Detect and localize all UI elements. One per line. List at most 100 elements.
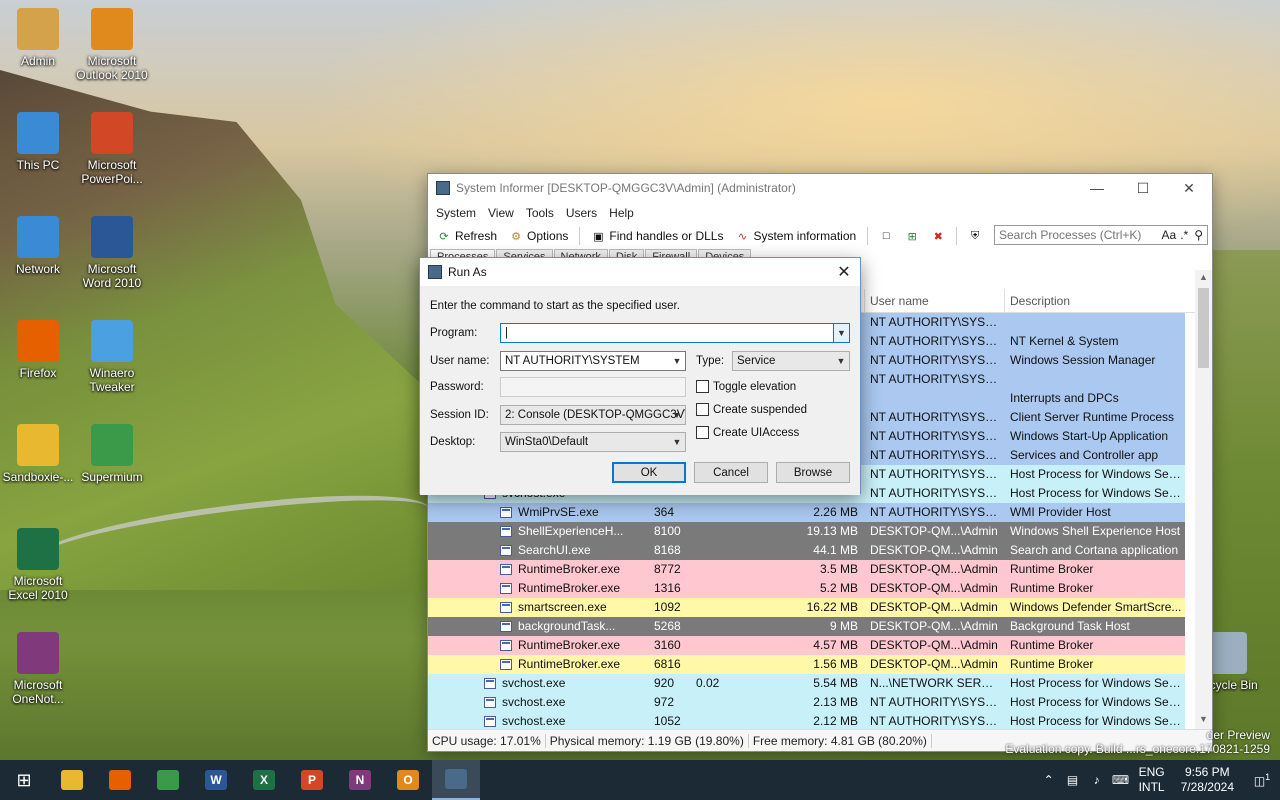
desktop-icon[interactable]: Microsoft OneNot... (0, 632, 76, 706)
desktop-icon[interactable]: Supermium (74, 424, 150, 484)
close-button[interactable]: ✕ (1166, 174, 1212, 202)
process-row[interactable]: RuntimeBroker.exe 1316 5.2 MB DESKTOP-QM...… (428, 579, 1185, 598)
desktop-icon[interactable]: Winaero Tweaker (74, 320, 150, 394)
chevron-up-icon[interactable]: ⌃ (1037, 773, 1061, 787)
checkbox-box[interactable] (696, 403, 709, 416)
column-user-name[interactable]: User name (870, 294, 929, 308)
notifications-icon[interactable]: ◫1 (1244, 772, 1280, 788)
process-pid: 3160 (654, 638, 681, 652)
refresh-button[interactable]: ⟳ Refresh (432, 227, 502, 245)
process-row[interactable]: smartscreen.exe 1092 16.22 MB DESKTOP-QM...… (428, 598, 1185, 617)
chevron-down-icon[interactable]: ▼ (669, 433, 685, 451)
process-row[interactable]: ShellExperienceH... 8100 19.13 MB DESKTOP-Q… (428, 522, 1185, 541)
chevron-down-icon[interactable]: ▼ (669, 352, 685, 370)
username-combo[interactable]: NT AUTHORITY\SYSTEM ▼ (500, 351, 686, 371)
search-input[interactable] (999, 228, 1160, 242)
menu-system[interactable]: System (430, 206, 482, 220)
cancel-button[interactable]: Cancel (694, 462, 768, 483)
desktop-icon[interactable]: Admin (0, 8, 76, 68)
taskbar-excel[interactable]: X (240, 760, 288, 800)
create-suspended-checkbox[interactable]: Create suspended (696, 403, 807, 416)
process-row[interactable]: SearchUI.exe 8168 44.1 MB DESKTOP-QM...\Adm… (428, 541, 1185, 560)
taskbar-file-explorer[interactable] (48, 760, 96, 800)
chevron-down-icon[interactable]: ▼ (833, 324, 849, 342)
browse-button[interactable]: Browse (776, 462, 850, 483)
process-row[interactable]: RuntimeBroker.exe 6816 1.56 MB DESKTOP-QM..… (428, 655, 1185, 674)
process-description: Client Server Runtime Process (1010, 410, 1175, 424)
create-uiaccess-checkbox[interactable]: Create UIAccess (696, 426, 799, 439)
keyboard-layout: INTL (1138, 780, 1165, 794)
menu-help[interactable]: Help (603, 206, 640, 220)
input-language[interactable]: ENG INTL (1133, 765, 1171, 795)
column-description[interactable]: Description (1010, 294, 1070, 308)
desktop-icon[interactable]: Microsoft PowerPoi... (74, 112, 150, 186)
desktop-icon[interactable]: Network (0, 216, 76, 276)
start-button[interactable]: ⊞ (0, 760, 48, 800)
menu-users[interactable]: Users (560, 206, 603, 220)
terminate-button[interactable]: ✖ (926, 227, 950, 245)
checkbox-box[interactable] (696, 426, 709, 439)
desktop-icon[interactable]: Microsoft Excel 2010 (0, 528, 76, 602)
process-row[interactable]: WmiPrvSE.exe 364 2.26 MB NT AUTHORITY\SYSTE… (428, 503, 1185, 522)
taskbar-outlook[interactable]: O (384, 760, 432, 800)
type-select[interactable]: Service ▼ (732, 351, 850, 371)
menu-tools[interactable]: Tools (520, 206, 560, 220)
keyboard-icon[interactable]: ⌨ (1109, 773, 1133, 787)
window-icon-button[interactable]: □ (874, 227, 898, 245)
minimize-button[interactable]: — (1074, 174, 1120, 202)
desktop-icon[interactable]: Sandboxie-... (0, 424, 76, 484)
process-description: Windows Session Manager (1010, 353, 1156, 367)
window-target-button[interactable]: ⊞ (900, 227, 924, 245)
scrollbar-thumb[interactable] (1198, 288, 1209, 368)
dialog-close-button[interactable]: ✕ (828, 262, 860, 282)
process-row[interactable]: svchost.exe 972 2.13 MB NT AUTHORITY\SYSTEM… (428, 693, 1185, 712)
taskbar-onenote[interactable]: N (336, 760, 384, 800)
process-user: NT AUTHORITY\SYSTEM (870, 353, 1000, 367)
taskbar-firefox[interactable] (96, 760, 144, 800)
vertical-scrollbar[interactable]: ▲ ▼ (1195, 270, 1212, 730)
desktop-icon[interactable]: Microsoft Outlook 2010 (74, 8, 150, 82)
taskbar-powerpoint[interactable]: P (288, 760, 336, 800)
process-user: DESKTOP-QM...\Admin (870, 524, 998, 538)
process-row[interactable]: RuntimeBroker.exe 8772 3.5 MB DESKTOP-QM...… (428, 560, 1185, 579)
process-memory: 4.57 MB (813, 638, 858, 652)
process-icon (484, 697, 496, 708)
toggle-elevation-checkbox[interactable]: Toggle elevation (696, 380, 796, 393)
clock[interactable]: 9:56 PM 7/28/2024 (1171, 765, 1244, 795)
ok-button[interactable]: OK (612, 462, 686, 483)
app-icon (17, 216, 59, 258)
checkbox-box[interactable] (696, 380, 709, 393)
speaker-icon[interactable]: ♪ (1085, 773, 1109, 787)
process-row[interactable]: backgroundTask... 5268 9 MB DESKTOP-QM...\A… (428, 617, 1185, 636)
session-id-select[interactable]: 2: Console (DESKTOP-QMGGC3V\ ▼ (500, 405, 686, 425)
taskbar-supermium[interactable] (144, 760, 192, 800)
process-row[interactable]: svchost.exe 920 0.02 5.54 MB N...\NETWORK SE… (428, 674, 1185, 693)
case-sensitive-toggle[interactable]: Aa (1160, 228, 1179, 242)
find-handles-button[interactable]: ▣ Find handles or DLLs (586, 227, 728, 245)
taskbar-system-informer[interactable] (432, 760, 480, 800)
desktop-select[interactable]: WinSta0\Default ▼ (500, 432, 686, 452)
desktop-icon[interactable]: Microsoft Word 2010 (74, 216, 150, 290)
process-user: NT AUTHORITY\SYSTEM (870, 410, 1000, 424)
options-button[interactable]: ⚙ Options (504, 227, 573, 245)
taskbar-word[interactable]: W (192, 760, 240, 800)
password-field[interactable] (500, 377, 686, 397)
desktop-icon[interactable]: Firefox (0, 320, 76, 380)
search-icon[interactable]: ⚲ (1190, 228, 1207, 242)
chevron-down-icon[interactable]: ▼ (669, 406, 685, 424)
menu-view[interactable]: View (482, 206, 520, 220)
language-code: ENG (1138, 765, 1165, 779)
regex-toggle[interactable]: .* (1178, 228, 1190, 242)
system-information-button[interactable]: ∿ System information (730, 227, 861, 245)
scroll-down-icon[interactable]: ▼ (1195, 714, 1212, 728)
maximize-button[interactable]: ☐ (1120, 174, 1166, 202)
program-input[interactable]: | ▼ (500, 323, 850, 343)
shield-button[interactable]: ⛨ (963, 227, 987, 245)
desktop-icon[interactable]: This PC (0, 112, 76, 172)
scroll-up-icon[interactable]: ▲ (1195, 272, 1212, 286)
dialog-title-bar: Run As ✕ (420, 258, 860, 286)
chevron-down-icon[interactable]: ▼ (833, 352, 849, 370)
process-description: Runtime Broker (1010, 562, 1094, 576)
network-icon[interactable]: ▤ (1061, 773, 1085, 787)
process-row[interactable]: RuntimeBroker.exe 3160 4.57 MB DESKTOP-QM..… (428, 636, 1185, 655)
